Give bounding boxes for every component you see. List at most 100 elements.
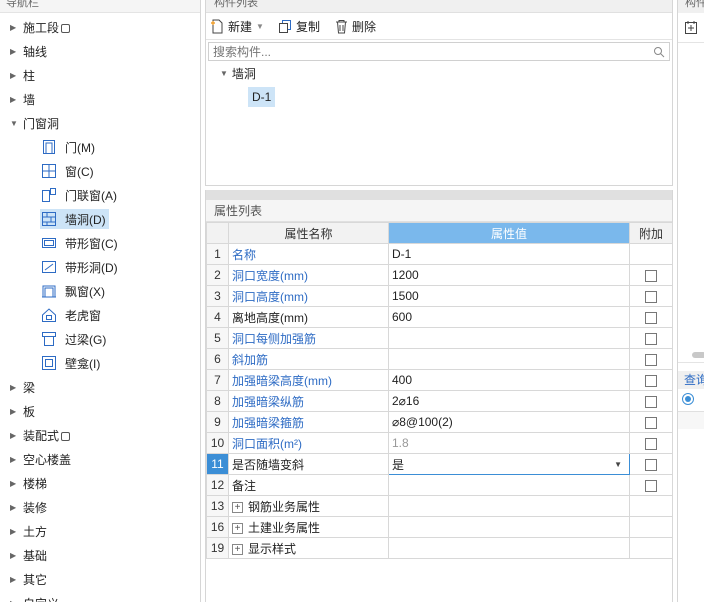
nav-item-b-6[interactable]: ▶ 土方 — [0, 521, 200, 541]
table-row[interactable]: 9 加强暗梁箍筋 ⌀8@100(2) — [206, 411, 673, 433]
extra-checkbox[interactable] — [645, 458, 657, 471]
nav-item-b-1[interactable]: ▶ 板 — [0, 401, 200, 421]
nav-item-b-8[interactable]: ▶ 其它 — [0, 569, 200, 589]
property-value[interactable]: 1200 — [388, 264, 630, 286]
table-row[interactable]: 10 洞口面积(m²) 1.8 — [206, 432, 673, 454]
group-name[interactable]: + 土建业务属性 — [228, 516, 389, 538]
search-input[interactable] — [213, 44, 633, 59]
table-row[interactable]: 8 加强暗梁纵筋 2⌀16 — [206, 390, 673, 412]
nav-item-b-9[interactable]: ▶自定义 — [0, 593, 200, 602]
table-group-row[interactable]: 13 + 钢筋业务属性 — [206, 495, 673, 517]
expand-arrow-icon[interactable]: ▶ — [10, 23, 20, 32]
delete-button[interactable]: 删除 — [334, 18, 376, 35]
property-value[interactable]: 1.8 — [388, 432, 630, 454]
collapse-arrow-icon[interactable]: ▼ — [10, 119, 20, 128]
nav-item-b-2[interactable]: ▶ 装配式 — [0, 425, 200, 445]
expand-arrow-icon[interactable]: ▶ — [10, 479, 20, 488]
extra-checkbox[interactable] — [645, 332, 657, 345]
table-row[interactable]: 3 洞口高度(mm) 1500 — [206, 285, 673, 307]
nav-subitem-6[interactable]: 飘窗(X) — [40, 281, 108, 301]
extra-checkbox[interactable] — [645, 395, 657, 408]
extra-checkbox[interactable] — [645, 311, 657, 324]
table-row[interactable]: 6 斜加筋 — [206, 348, 673, 370]
property-value[interactable] — [388, 474, 630, 496]
extra-checkbox[interactable] — [645, 479, 657, 492]
query-tab[interactable]: 查询 — [678, 371, 704, 389]
copy-button[interactable]: 复制 — [278, 18, 320, 35]
extra-checkbox[interactable] — [645, 353, 657, 366]
expand-arrow-icon[interactable]: ▶ — [10, 455, 20, 464]
panel-splitter[interactable] — [206, 190, 672, 200]
group-name[interactable]: + 钢筋业务属性 — [228, 495, 389, 517]
expand-plus-icon[interactable]: + — [232, 543, 243, 555]
nav-item-a-4[interactable]: ▼ 门窗洞 — [0, 113, 200, 133]
tree-leaf-d1[interactable]: D-1 — [248, 87, 276, 107]
nav-item-b-3[interactable]: ▶ 空心楼盖 — [0, 449, 200, 469]
nav-item-a-0[interactable]: ▶ 施工段 — [0, 17, 200, 37]
nav-item-b-7[interactable]: ▶ 基础 — [0, 545, 200, 565]
nav-item-a-3[interactable]: ▶ 墙 — [0, 89, 200, 109]
query-radio-button[interactable] — [682, 393, 694, 405]
property-value[interactable] — [388, 348, 630, 370]
property-value-select[interactable]: 是 ▼ — [388, 453, 630, 475]
horizontal-scrollbar[interactable] — [692, 352, 704, 358]
expand-plus-icon[interactable]: + — [232, 522, 243, 534]
table-row[interactable]: 2 洞口宽度(mm) 1200 — [206, 264, 673, 286]
extra-checkbox[interactable] — [645, 437, 657, 450]
nav-item-a-1[interactable]: ▶ 轴线 — [0, 41, 200, 61]
expand-arrow-icon[interactable]: ▶ — [10, 551, 20, 560]
table-row[interactable]: 7 加强暗梁高度(mm) 400 — [206, 369, 673, 391]
property-value[interactable]: 400 — [388, 369, 630, 391]
expand-arrow-icon[interactable]: ▶ — [10, 503, 20, 512]
search-icon[interactable] — [653, 46, 665, 58]
nav-subitem-3[interactable]: 墙洞(D) — [40, 209, 109, 229]
nav-item-a-2[interactable]: ▶ 柱 — [0, 65, 200, 85]
expand-arrow-icon[interactable]: ▶ — [10, 95, 20, 104]
nav-subitem-0[interactable]: 门(M) — [40, 137, 98, 157]
table-group-row[interactable]: 19 + 显示样式 — [206, 537, 673, 559]
expand-arrow-icon[interactable]: ▼ — [220, 69, 228, 78]
property-value[interactable]: 2⌀16 — [388, 390, 630, 412]
expand-plus-icon[interactable]: + — [232, 501, 243, 513]
nav-subitem-9[interactable]: 壁龛(I) — [40, 353, 103, 373]
table-row[interactable]: 5 洞口每侧加强筋 — [206, 327, 673, 349]
table-row[interactable]: 12 备注 — [206, 474, 673, 496]
table-row[interactable]: 1 名称 D-1 — [206, 243, 673, 265]
property-value[interactable]: ⌀8@100(2) — [388, 411, 630, 433]
extra-checkbox[interactable] — [645, 374, 657, 387]
group-name[interactable]: + 显示样式 — [228, 537, 389, 559]
nav-subitem-1[interactable]: 窗(C) — [40, 161, 97, 181]
table-group-row[interactable]: 16 + 土建业务属性 — [206, 516, 673, 538]
nav-item-b-5[interactable]: ▶ 装修 — [0, 497, 200, 517]
add-method-icon[interactable] — [684, 20, 699, 35]
expand-arrow-icon[interactable]: ▶ — [10, 575, 20, 584]
property-value[interactable]: 600 — [388, 306, 630, 328]
nav-item-b-4[interactable]: ▶ 楼梯 — [0, 473, 200, 493]
extra-checkbox[interactable] — [645, 269, 657, 282]
nav-item-b-0[interactable]: ▶ 梁 — [0, 377, 200, 397]
extra-checkbox[interactable] — [645, 290, 657, 303]
property-value[interactable]: D-1 — [388, 243, 630, 265]
nav-subitem-8[interactable]: 过梁(G) — [40, 329, 109, 349]
expand-arrow-icon[interactable]: ▶ — [10, 47, 20, 56]
chevron-down-icon[interactable]: ▼ — [614, 460, 622, 469]
search-box[interactable] — [208, 42, 670, 61]
expand-arrow-icon[interactable]: ▶ — [10, 599, 20, 602]
property-value[interactable] — [388, 327, 630, 349]
expand-arrow-icon[interactable]: ▶ — [10, 71, 20, 80]
table-row[interactable]: 11 是否随墙变斜是 ▼ — [206, 453, 673, 475]
expand-arrow-icon[interactable]: ▶ — [10, 527, 20, 536]
expand-arrow-icon[interactable]: ▶ — [10, 383, 20, 392]
expand-arrow-icon[interactable]: ▶ — [10, 431, 20, 440]
property-value[interactable]: 1500 — [388, 285, 630, 307]
table-row[interactable]: 4 离地高度(mm) 600 — [206, 306, 673, 328]
chevron-down-icon[interactable]: ▼ — [256, 22, 264, 31]
nav-subitem-5[interactable]: 带形洞(D) — [40, 257, 121, 277]
nav-subitem-7[interactable]: 老虎窗 — [40, 305, 104, 325]
new-button[interactable]: 新建 ▼ — [210, 18, 264, 35]
nav-subitem-2[interactable]: 门联窗(A) — [40, 185, 120, 205]
extra-checkbox[interactable] — [645, 416, 657, 429]
nav-subitem-4[interactable]: 带形窗(C) — [40, 233, 121, 253]
expand-arrow-icon[interactable]: ▶ — [10, 407, 20, 416]
tree-node-wall-opening[interactable]: ▼ 墙洞 — [220, 65, 256, 82]
